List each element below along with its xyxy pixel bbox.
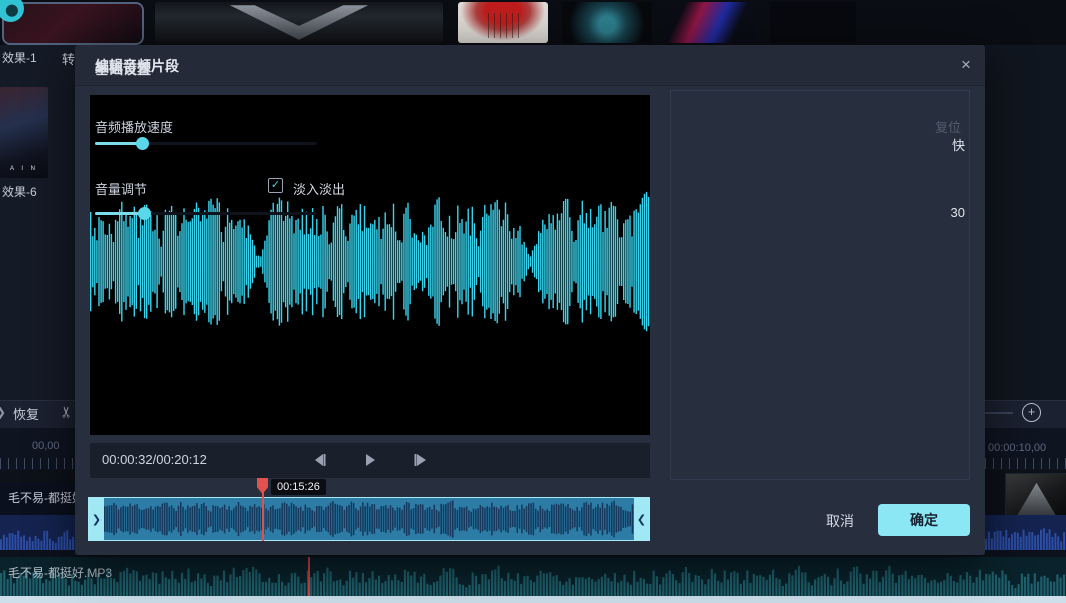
edit-audio-clip-dialog: 编辑音频片段 × 00:00:32/00:20:12 ❯: [75, 45, 985, 555]
audio-waveform: [104, 498, 634, 540]
media-item-rain-album[interactable]: A I N: [0, 87, 48, 178]
next-frame-button[interactable]: [408, 448, 432, 472]
chevron-right-icon: ❯: [92, 513, 101, 526]
playhead-line[interactable]: [262, 480, 264, 541]
audio-trim-strip: ❯ ❮: [88, 497, 650, 541]
settings-section-title: 基础设置: [95, 59, 151, 79]
horizontal-scrollbar[interactable]: [0, 596, 1066, 603]
timeline-playhead-line[interactable]: [308, 557, 310, 596]
audio-waveform: [0, 557, 1066, 596]
restore-button[interactable]: 恢复: [13, 404, 39, 423]
chevron-right-icon: ❯: [0, 405, 6, 419]
audio-clip-label: 毛不易-都挺好.MP3: [8, 564, 112, 581]
dialog-header: [75, 45, 985, 86]
media-thumbnail[interactable]: [458, 2, 548, 43]
cancel-button[interactable]: 取消: [810, 507, 870, 535]
effect-item-label: 效果-6: [2, 183, 37, 200]
album-art: [230, 5, 368, 39]
slider-fill: [95, 142, 142, 145]
chevron-left-icon: ❮: [637, 513, 646, 526]
media-thumbnail[interactable]: [155, 2, 443, 43]
music-badge-icon: [0, 0, 24, 22]
main-audio-waveform: [90, 95, 650, 435]
scissors-cut-icon[interactable]: ✂: [57, 406, 75, 419]
media-thumbnail[interactable]: [562, 2, 652, 43]
ruler-time-label: 00:00:10,00: [988, 442, 1046, 454]
album-caption: A I N: [0, 166, 48, 172]
close-icon[interactable]: ×: [953, 53, 979, 77]
audio-clip-header[interactable]: 毛不易-都挺好.MP3: [0, 482, 75, 515]
media-thumbnail[interactable]: [666, 2, 756, 43]
transport-controls: [90, 448, 650, 472]
tab-transitions-partial[interactable]: 转: [62, 49, 75, 68]
fade-label: 淡入淡出: [293, 179, 345, 198]
trim-start-handle[interactable]: ❯: [89, 498, 104, 540]
waveform-preview: [90, 95, 650, 435]
play-button[interactable]: [358, 448, 382, 472]
audio-track-fragment[interactable]: [0, 515, 75, 550]
previous-frame-button[interactable]: [308, 448, 332, 472]
playhead-time-tooltip: 00:15:26: [271, 479, 326, 495]
slider-handle[interactable]: [136, 137, 149, 150]
video-editor-app: 效果-1 转 A I N 效果-6 ❯ 恢复 ✂ + 00,00 00:00:1…: [0, 0, 1066, 603]
album-art: [483, 13, 523, 38]
media-library-bar: [0, 0, 1066, 45]
zoom-in-icon[interactable]: +: [1022, 403, 1041, 422]
volume-value: 30: [951, 205, 965, 220]
video-clip-thumbnail[interactable]: [1005, 473, 1066, 519]
playback-controls-bar: 00:00:32/00:20:12: [90, 443, 650, 478]
trim-end-handle[interactable]: ❮: [634, 498, 649, 540]
ruler-ticks: [0, 458, 75, 469]
video-frame-art: [1017, 483, 1056, 516]
speed-fast-label: 快: [952, 135, 965, 154]
media-thumbnail[interactable]: [770, 2, 856, 43]
zoom-slider-track[interactable]: [985, 412, 1013, 414]
audio-track-clip[interactable]: 毛不易-都挺好.MP3: [0, 557, 1066, 596]
slider-handle[interactable]: [138, 207, 151, 220]
right-panel-fragment: [985, 45, 1066, 400]
effect-item-label: 效果-1: [2, 49, 37, 66]
fade-checkbox[interactable]: ✓: [268, 178, 283, 193]
ruler-start-label: 00,00: [32, 440, 60, 452]
media-thumbnail-selected[interactable]: [2, 2, 144, 45]
volume-label: 音量调节: [95, 179, 147, 198]
speed-label: 音频播放速度: [95, 117, 173, 136]
basic-settings-panel: [670, 90, 970, 480]
reset-button[interactable]: 复位: [935, 117, 961, 136]
audio-track-fragment[interactable]: [985, 515, 1066, 550]
album-art: [666, 2, 756, 43]
trim-strip-waveform[interactable]: [104, 498, 634, 540]
audio-clip-label: 毛不易-都挺好.MP3: [8, 489, 75, 506]
check-icon: ✓: [269, 179, 282, 192]
audio-waveform: [985, 515, 1066, 550]
volume-slider[interactable]: [95, 212, 317, 215]
audio-waveform: [0, 515, 75, 550]
speed-slider[interactable]: [95, 142, 317, 145]
slider-fill: [95, 212, 144, 215]
ruler-ticks: [985, 458, 1066, 469]
ok-button[interactable]: 确定: [878, 504, 970, 536]
